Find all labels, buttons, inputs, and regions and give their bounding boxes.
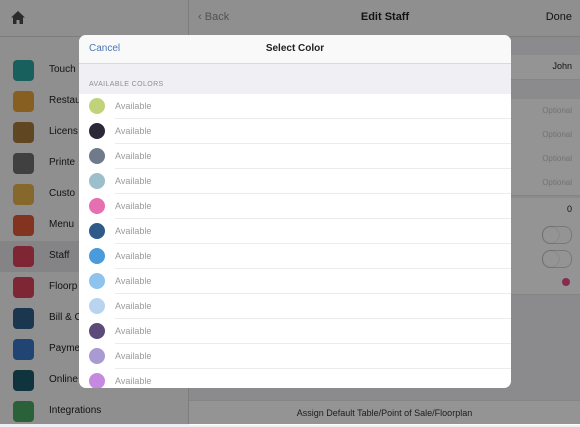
color-swatch bbox=[89, 248, 105, 264]
section-header-label: AVAILABLE COLORS bbox=[89, 81, 164, 88]
color-swatch bbox=[89, 173, 105, 189]
color-option-label: Available bbox=[115, 151, 152, 161]
color-option-label: Available bbox=[115, 251, 152, 261]
color-swatch bbox=[89, 98, 105, 114]
color-option-label: Available bbox=[115, 276, 152, 286]
settings-app: ‹ Back Edit Staff Done Touch Restau Lice… bbox=[0, 0, 580, 425]
modal-header: Cancel Select Color bbox=[79, 35, 511, 64]
color-option-label: Available bbox=[115, 101, 152, 111]
color-swatch bbox=[89, 123, 105, 139]
color-option[interactable]: Available bbox=[79, 219, 511, 244]
color-swatch bbox=[89, 148, 105, 164]
color-swatch bbox=[89, 298, 105, 314]
color-option[interactable]: Available bbox=[79, 369, 511, 388]
color-option-label: Available bbox=[115, 351, 152, 361]
color-swatch bbox=[89, 273, 105, 289]
color-option-label: Available bbox=[115, 226, 152, 236]
section-header: AVAILABLE COLORS bbox=[79, 64, 511, 94]
color-option[interactable]: Available bbox=[79, 344, 511, 369]
select-color-modal: Cancel Select Color AVAILABLE COLORS Ava… bbox=[79, 35, 511, 388]
color-swatch bbox=[89, 223, 105, 239]
color-option[interactable]: Available bbox=[79, 194, 511, 219]
color-option-label: Available bbox=[115, 326, 152, 336]
cancel-button[interactable]: Cancel bbox=[89, 43, 120, 54]
modal-title: Select Color bbox=[265, 43, 325, 54]
color-option[interactable]: Available bbox=[79, 319, 511, 344]
color-option[interactable]: Available bbox=[79, 269, 511, 294]
color-option[interactable]: Available bbox=[79, 144, 511, 169]
color-list: Available Available Available Available … bbox=[79, 94, 511, 388]
color-option-label: Available bbox=[115, 376, 152, 386]
color-option-label: Available bbox=[115, 201, 152, 211]
color-swatch bbox=[89, 198, 105, 214]
color-option-label: Available bbox=[115, 176, 152, 186]
color-option[interactable]: Available bbox=[79, 94, 511, 119]
color-option[interactable]: Available bbox=[79, 119, 511, 144]
color-swatch bbox=[89, 373, 105, 388]
color-swatch bbox=[89, 323, 105, 339]
color-option-label: Available bbox=[115, 301, 152, 311]
color-option-label: Available bbox=[115, 126, 152, 136]
color-option[interactable]: Available bbox=[79, 169, 511, 194]
color-swatch bbox=[89, 348, 105, 364]
color-option[interactable]: Available bbox=[79, 244, 511, 269]
color-option[interactable]: Available bbox=[79, 294, 511, 319]
